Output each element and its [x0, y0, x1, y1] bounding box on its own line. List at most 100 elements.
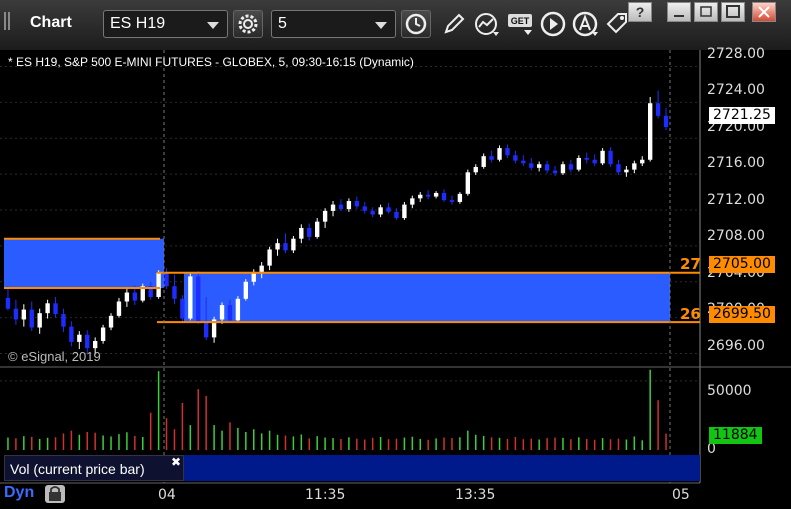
price-tick-5: 2712.00: [707, 192, 765, 208]
candle-body: [418, 194, 423, 199]
candle-body: [632, 163, 637, 170]
candle-body: [568, 164, 574, 170]
candle-body: [425, 194, 431, 197]
candle-body: [473, 166, 478, 173]
candle-body: [544, 164, 550, 171]
candle-body: [441, 192, 447, 201]
candle-body: [338, 204, 344, 210]
candle-body: [108, 315, 114, 328]
candle-body: [433, 192, 439, 197]
candle-body: [100, 327, 106, 341]
dynamic-mode-label[interactable]: Dyn: [4, 484, 34, 502]
candle-body: [497, 148, 502, 160]
close-button[interactable]: [752, 2, 776, 22]
candle-body: [275, 243, 280, 250]
candle-body: [180, 298, 185, 319]
candle-body: [53, 303, 58, 315]
candle-body: [259, 265, 264, 272]
candle-body: [592, 159, 597, 164]
candle-body: [85, 334, 90, 349]
get-icon[interactable]: GET: [506, 10, 534, 38]
time-tick-2: 11:35: [305, 487, 346, 503]
candle-body: [37, 313, 42, 328]
candle-body: [330, 204, 336, 211]
candle-body: [410, 198, 415, 205]
symbol-combo[interactable]: ES H19: [103, 10, 228, 38]
candle-body: [402, 204, 407, 219]
candle-body: [663, 115, 669, 128]
price-tick-4: 2716.00: [707, 155, 765, 171]
chart-window: Chart ES H19 5 GET ? * ES H19, S&P 500 E…: [0, 0, 791, 509]
candle-body: [235, 298, 241, 321]
maximize-button[interactable]: [721, 2, 745, 22]
candle-body: [513, 155, 518, 161]
lock-icon[interactable]: [44, 484, 66, 504]
candle-body: [481, 156, 486, 167]
title-bar[interactable]: Chart ES H19 5 GET ?: [0, 0, 791, 51]
alert-icon[interactable]: [572, 10, 600, 38]
candle-body: [227, 305, 233, 321]
candle-body: [188, 276, 193, 319]
candle-body: [203, 321, 209, 338]
drag-handle-icon[interactable]: [4, 12, 16, 34]
candle-body: [267, 249, 272, 266]
candle-body: [449, 200, 455, 202]
last-price-tag: 2721.25: [709, 107, 775, 124]
candle-body: [92, 340, 98, 349]
opening-range-zone: [184, 272, 670, 323]
candle-body: [386, 207, 391, 212]
clock-icon[interactable]: [401, 10, 431, 38]
candle-body: [322, 210, 328, 222]
pencil-icon[interactable]: [440, 10, 468, 38]
candle-body: [196, 276, 201, 322]
time-tick-4: 05: [672, 487, 690, 503]
settings-gear-icon[interactable]: [233, 10, 263, 38]
candle-body: [394, 211, 399, 219]
window-title: Chart: [30, 14, 72, 31]
candle-body: [354, 201, 360, 207]
time-tick-3: 13:35: [455, 487, 496, 503]
price-tick-1: 2728.00: [707, 46, 765, 62]
candle-body: [299, 227, 304, 239]
symbol-value: ES H19: [110, 15, 166, 32]
interval-combo[interactable]: 5: [271, 10, 396, 38]
minimize-button[interactable]: [667, 2, 691, 22]
split-icon[interactable]: ?: [628, 2, 652, 22]
candle-body: [521, 160, 526, 164]
candle-body: [465, 172, 471, 194]
candle-body: [124, 292, 130, 302]
candle-body: [29, 309, 34, 328]
chevron-down-icon: [207, 22, 219, 29]
candle-body: [13, 308, 19, 320]
level-low-label: 26: [680, 305, 701, 323]
prior-range-zone: [4, 238, 164, 289]
close-study-icon[interactable]: ✖: [171, 455, 181, 469]
candle-body: [45, 303, 50, 314]
play-icon[interactable]: [540, 10, 568, 38]
chevron-down-icon: [375, 22, 387, 29]
study-strip: [184, 455, 700, 481]
candle-body: [5, 297, 11, 309]
chart-header: * ES H19, S&P 500 E-MINI FUTURES - GLOBE…: [8, 55, 414, 69]
candle-body: [219, 305, 225, 320]
restore-button[interactable]: [694, 2, 718, 22]
candle-body: [21, 309, 27, 320]
candle-body: [314, 221, 320, 237]
candle-body: [655, 103, 661, 116]
candle-body: [536, 164, 542, 168]
price-chart[interactable]: [0, 50, 791, 509]
candle-body: [552, 170, 558, 174]
candle-body: [647, 103, 653, 160]
candle-body: [576, 157, 582, 170]
volume-tick-1: 50000: [707, 383, 752, 399]
candle-body: [132, 292, 138, 301]
price-tick-9: 2696.00: [707, 338, 765, 354]
candle-body: [529, 163, 534, 168]
candle-body: [600, 150, 605, 164]
candle-body: [362, 206, 367, 211]
interval-value: 5: [278, 15, 287, 32]
chart-line-icon[interactable]: [473, 10, 501, 38]
candle-body: [378, 207, 383, 215]
last-volume-tag: 11884: [709, 427, 762, 444]
candle-body: [489, 156, 494, 160]
